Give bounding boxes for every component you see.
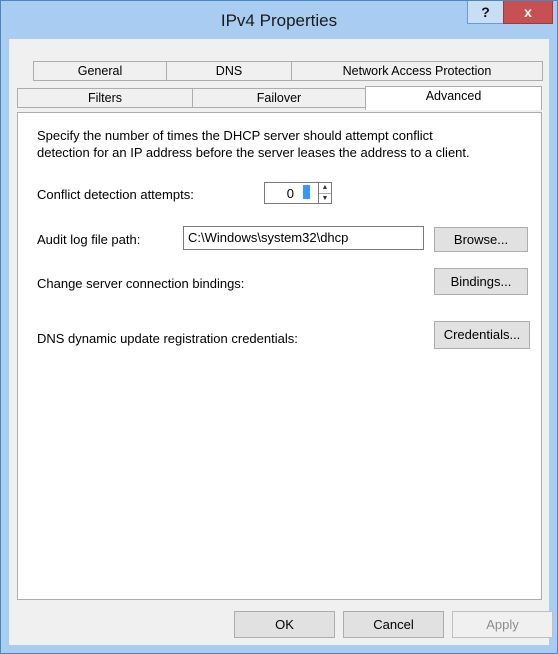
conflict-detection-spinner[interactable]: ▲ ▼: [318, 182, 332, 204]
credentials-description: DNS dynamic update registration credenti…: [37, 331, 298, 346]
credentials-button[interactable]: Credentials...: [434, 321, 530, 349]
browse-button[interactable]: Browse...: [434, 227, 528, 252]
cancel-button[interactable]: Cancel: [343, 611, 444, 638]
audit-log-path-label: Audit log file path:: [37, 232, 141, 247]
tab-failover[interactable]: Failover: [192, 88, 366, 108]
apply-button: Apply: [452, 611, 553, 638]
bindings-button[interactable]: Bindings...: [434, 268, 528, 295]
description-line-1: Specify the number of times the DHCP ser…: [37, 128, 433, 143]
title-bar[interactable]: IPv4 Properties ? x: [1, 1, 557, 37]
help-button[interactable]: ?: [467, 1, 504, 24]
text-selection-highlight: [303, 185, 310, 199]
dialog-window: IPv4 Properties ? x General DNS Network …: [0, 0, 558, 654]
ok-button[interactable]: OK: [234, 611, 335, 638]
spin-down-arrow-icon[interactable]: ▼: [319, 194, 331, 204]
close-button[interactable]: x: [503, 1, 553, 24]
audit-log-path-input[interactable]: C:\Windows\system32\dhcp: [183, 226, 424, 250]
conflict-detection-label: Conflict detection attempts:: [37, 187, 194, 202]
tab-network-access-protection[interactable]: Network Access Protection: [291, 61, 543, 81]
spin-up-arrow-icon[interactable]: ▲: [319, 183, 331, 194]
tab-filters[interactable]: Filters: [17, 88, 193, 108]
description-line-2: detection for an IP address before the s…: [37, 145, 470, 160]
tab-general[interactable]: General: [33, 61, 167, 81]
tab-dns[interactable]: DNS: [166, 61, 292, 81]
conflict-detection-input[interactable]: 0: [264, 182, 319, 204]
bindings-description: Change server connection bindings:: [37, 276, 245, 291]
conflict-detection-value: 0: [286, 186, 294, 201]
tab-advanced[interactable]: Advanced: [365, 86, 542, 110]
